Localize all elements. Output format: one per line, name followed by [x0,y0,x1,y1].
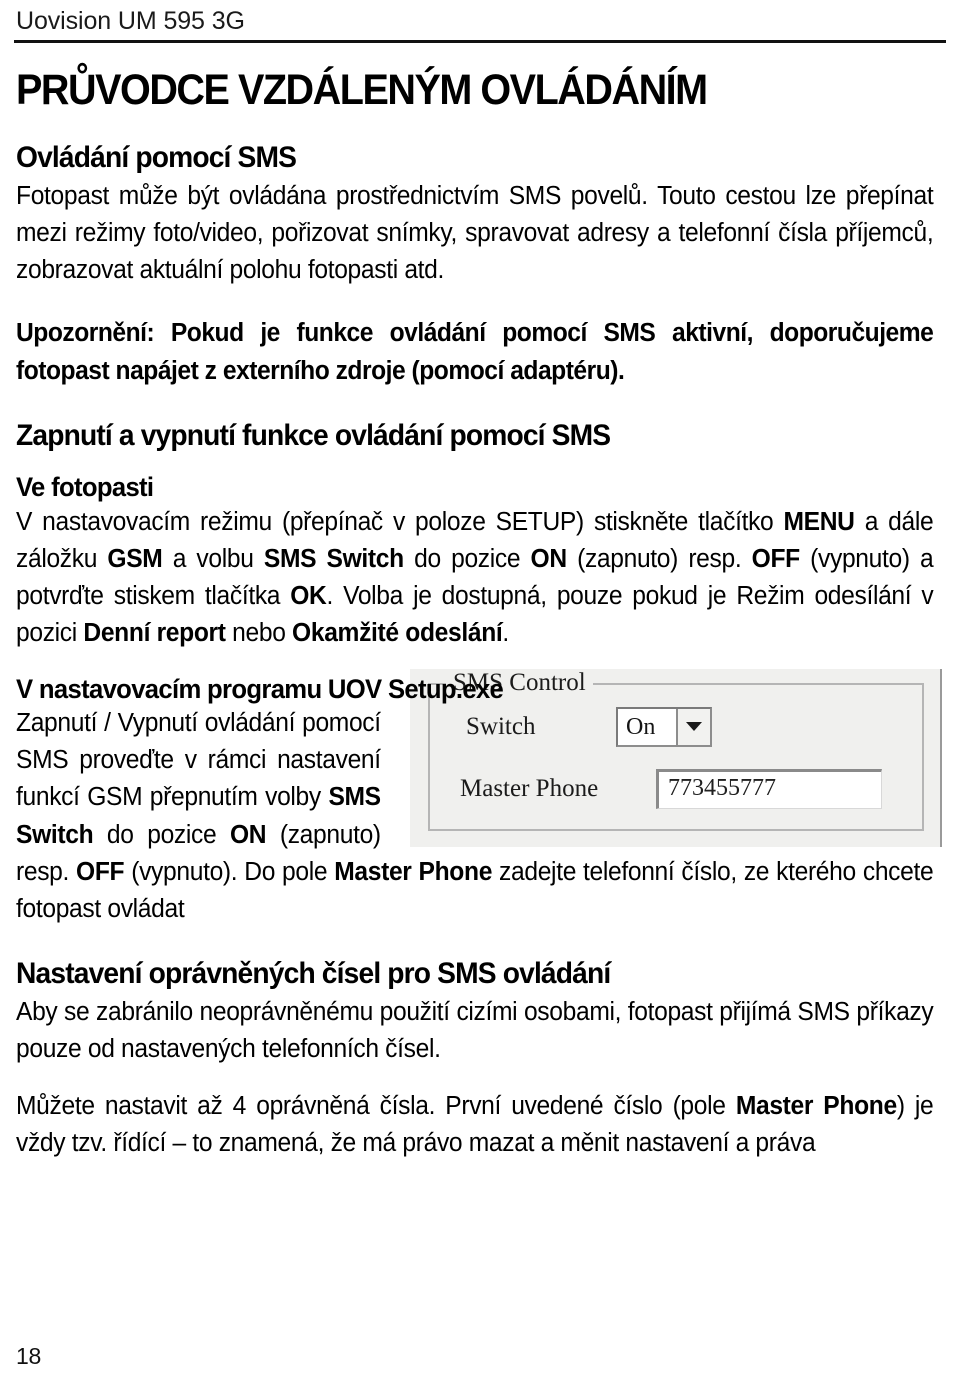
notice-label: Upozornění: [16,319,155,348]
term-ok: OK [290,582,327,611]
subheading-uov-setup: V nastavovacím programu UOV Setup.exe [16,673,504,704]
term-gsm: GSM [107,544,163,573]
term-sms-switch: SMS Switch [263,544,404,573]
term-master-phone-2: Master Phone [735,1092,897,1121]
page-number: 18 [16,1343,41,1369]
text-run: . [502,619,509,648]
text-run: Zapnutí / Vypnutí ovládání pomocí SMS pr… [16,708,381,812]
text-run: a volbu [162,544,264,573]
page-title: PRŮVODCE VZDÁLENÝM OVLÁDÁNÍM [16,66,708,115]
text-run: (vypnuto). Do pole [124,857,335,886]
document-page: Uovision UM 595 3G PRŮVODCE VZDÁLENÝM OV… [0,0,960,1394]
term-on-2: ON [229,820,267,849]
paragraph-in-camera: V nastavovacím režimu (přepínač v poloze… [16,504,934,653]
heading-authorized-numbers: Nastavení oprávněných čísel pro SMS ovlá… [16,957,611,991]
paragraph-authorized-intro: Aby se zabránilo neoprávněnému použití c… [16,997,934,1063]
paragraph-sms-intro: Fotopast může být ovládána prostřednictv… [16,181,934,285]
notice-text: Pokud je funkce ovládání pomocí SMS akti… [16,319,934,385]
running-header: Uovision UM 595 3G [16,7,245,35]
term-menu: MENU [783,507,855,536]
term-daily-report: Denní report [83,619,226,648]
header-divider [14,40,946,44]
term-master-phone: Master Phone [334,857,493,886]
heading-sms-control: Ovládání pomocí SMS [16,141,297,175]
subheading-in-camera: Ve fotopasti [16,472,154,503]
heading-toggle-sms: Zapnutí a vypnutí funkce ovládání pomocí… [16,418,611,452]
text-run: (zapnuto) resp. [566,544,752,573]
text-run: do pozice [93,820,230,849]
paragraph-uov-setup: Zapnutí / Vypnutí ovládání pomocí SMS pr… [16,705,934,928]
term-off-2: OFF [76,857,125,886]
term-instant-send: Okamžité odeslání [292,619,503,648]
text-run: V nastavovacím režimu (přepínač v poloze… [16,507,784,536]
text-run: nebo [225,619,293,648]
text-run: Můžete nastavit až 4 oprávněná čísla. Pr… [16,1092,736,1121]
term-off: OFF [751,544,801,573]
text-run: do pozice [403,544,531,573]
paragraph-authorized-detail: Můžete nastavit až 4 oprávněná čísla. Pr… [16,1088,934,1162]
paragraph-notice: Upozornění: Pokud je funkce ovládání pom… [16,315,934,389]
term-on: ON [530,544,568,573]
